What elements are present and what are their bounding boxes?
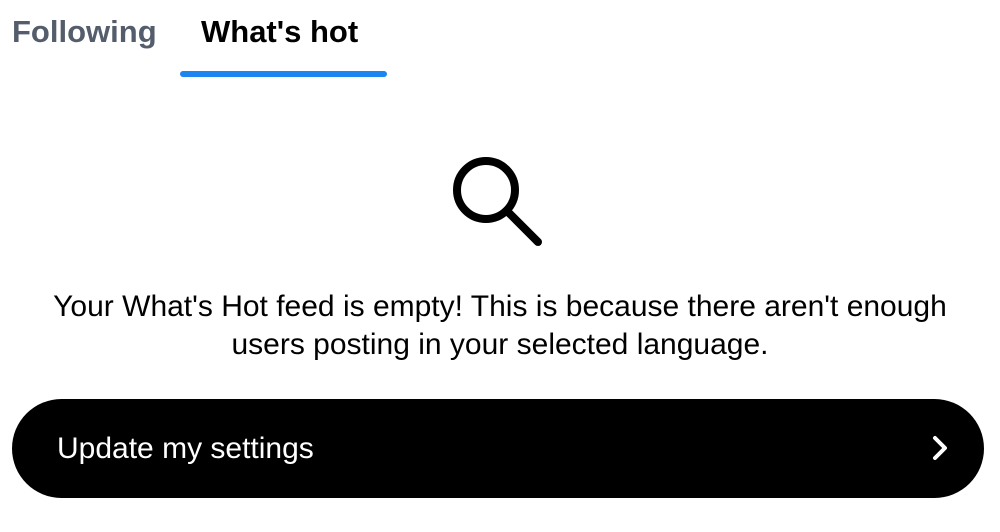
- tab-whats-hot[interactable]: What's hot: [201, 12, 358, 52]
- search-icon: [446, 154, 550, 258]
- feed-tabs: Following What's hot: [0, 0, 1000, 80]
- update-settings-button[interactable]: Update my settings: [12, 399, 984, 498]
- chevron-right-icon: [930, 435, 950, 461]
- update-settings-label: Update my settings: [57, 432, 314, 465]
- tab-following[interactable]: Following: [12, 12, 157, 52]
- active-tab-indicator: [180, 71, 387, 77]
- empty-feed-message: Your What's Hot feed is empty! This is b…: [53, 290, 947, 361]
